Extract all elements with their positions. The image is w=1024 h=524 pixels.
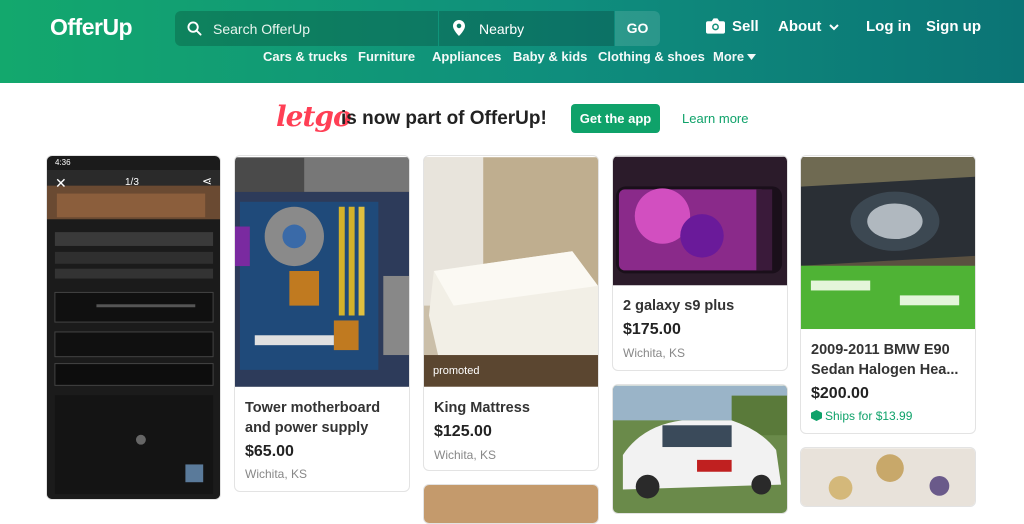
listing-card[interactable]: Tower motherboard and power supply $65.0… [234, 155, 410, 492]
login-link[interactable]: Log in [866, 18, 911, 35]
listing-photo [613, 385, 787, 513]
listing-location: Wichita, KS [623, 346, 686, 360]
listing-card[interactable]: 2 galaxy s9 plus $175.00 Wichita, KS [612, 155, 788, 371]
listing-title: Tower motherboard and power supply [245, 400, 381, 436]
search-bar: Nearby GO [175, 11, 660, 46]
category-furniture[interactable]: Furniture [358, 49, 415, 64]
sell-label: Sell [732, 18, 759, 35]
listing-card[interactable] [423, 484, 599, 524]
shipping-label: Ships for $13.99 [825, 409, 913, 423]
box-icon [811, 410, 822, 421]
signup-link[interactable]: Sign up [926, 18, 981, 35]
promoted-badge: promoted [433, 365, 480, 377]
banner-text: is now part of OfferUp! [341, 108, 547, 129]
phone-status-bar: 4:36 [47, 156, 220, 170]
category-baby-kids[interactable]: Baby & kids [513, 49, 587, 64]
listing-card[interactable]: 4:36 ✕ 1/3 ⋖ [46, 155, 221, 500]
category-more[interactable]: More [713, 49, 757, 64]
listing-title: King Mattress [434, 400, 530, 416]
letgo-logo: letgo [276, 100, 352, 133]
close-icon: ✕ [55, 175, 67, 191]
listing-location: Wichita, KS [245, 467, 308, 481]
location-selector[interactable]: Nearby [439, 11, 614, 46]
listing-price: $200.00 [811, 385, 869, 402]
search-input[interactable] [213, 11, 433, 46]
learn-more-link[interactable]: Learn more [682, 111, 748, 126]
listing-location: Wichita, KS [434, 448, 497, 462]
phone-time: 4:36 [55, 158, 71, 167]
category-cars-trucks[interactable]: Cars & trucks [263, 49, 348, 64]
top-header: OfferUp Nearby GO Sell About Log in Sign… [0, 0, 1024, 83]
category-nav: Cars & trucks Furniture Appliances Baby … [0, 49, 1024, 67]
listing-photo [424, 485, 598, 523]
sell-button[interactable]: Sell [706, 18, 759, 35]
location-pin-icon [453, 20, 465, 36]
about-menu[interactable]: About [778, 18, 840, 35]
listing-title: 2 galaxy s9 plus [623, 298, 735, 314]
caret-down-icon [747, 54, 757, 60]
listing-card[interactable]: promoted King Mattress $125.00 Wichita, … [423, 155, 599, 471]
chevron-down-icon [829, 24, 840, 31]
listing-title: 2009-2011 BMW E90 Sedan Halogen Hea... [811, 342, 959, 378]
photo-counter: 1/3 [125, 177, 139, 188]
about-label: About [778, 18, 822, 35]
camera-icon [706, 18, 725, 34]
listing-photo [613, 156, 787, 286]
listing-photo [801, 156, 975, 330]
search-field-wrap [175, 11, 438, 46]
listing-photo [424, 157, 598, 387]
category-appliances[interactable]: Appliances [432, 49, 501, 64]
go-button[interactable]: GO [615, 11, 660, 46]
get-app-button[interactable]: Get the app [571, 104, 660, 133]
offerup-logo[interactable]: OfferUp [50, 14, 133, 41]
listing-card[interactable]: 2009-2011 BMW E90 Sedan Halogen Hea... $… [800, 155, 976, 434]
listing-photo [235, 157, 409, 387]
location-label: Nearby [479, 21, 525, 37]
listing-price: $125.00 [434, 423, 492, 440]
share-icon: ⋖ [202, 174, 213, 188]
letgo-banner: letgo is now part of OfferUp! Get the ap… [0, 100, 1024, 140]
listing-photo [47, 157, 220, 499]
listing-price: $65.00 [245, 443, 294, 460]
category-clothing-shoes[interactable]: Clothing & shoes [598, 49, 705, 64]
shipping-info: Ships for $13.99 [811, 409, 912, 423]
listing-card[interactable] [612, 384, 788, 514]
more-label: More [713, 49, 745, 64]
listing-card[interactable] [800, 447, 976, 507]
listing-photo [801, 448, 975, 506]
listing-price: $175.00 [623, 321, 681, 338]
search-icon [187, 21, 202, 36]
